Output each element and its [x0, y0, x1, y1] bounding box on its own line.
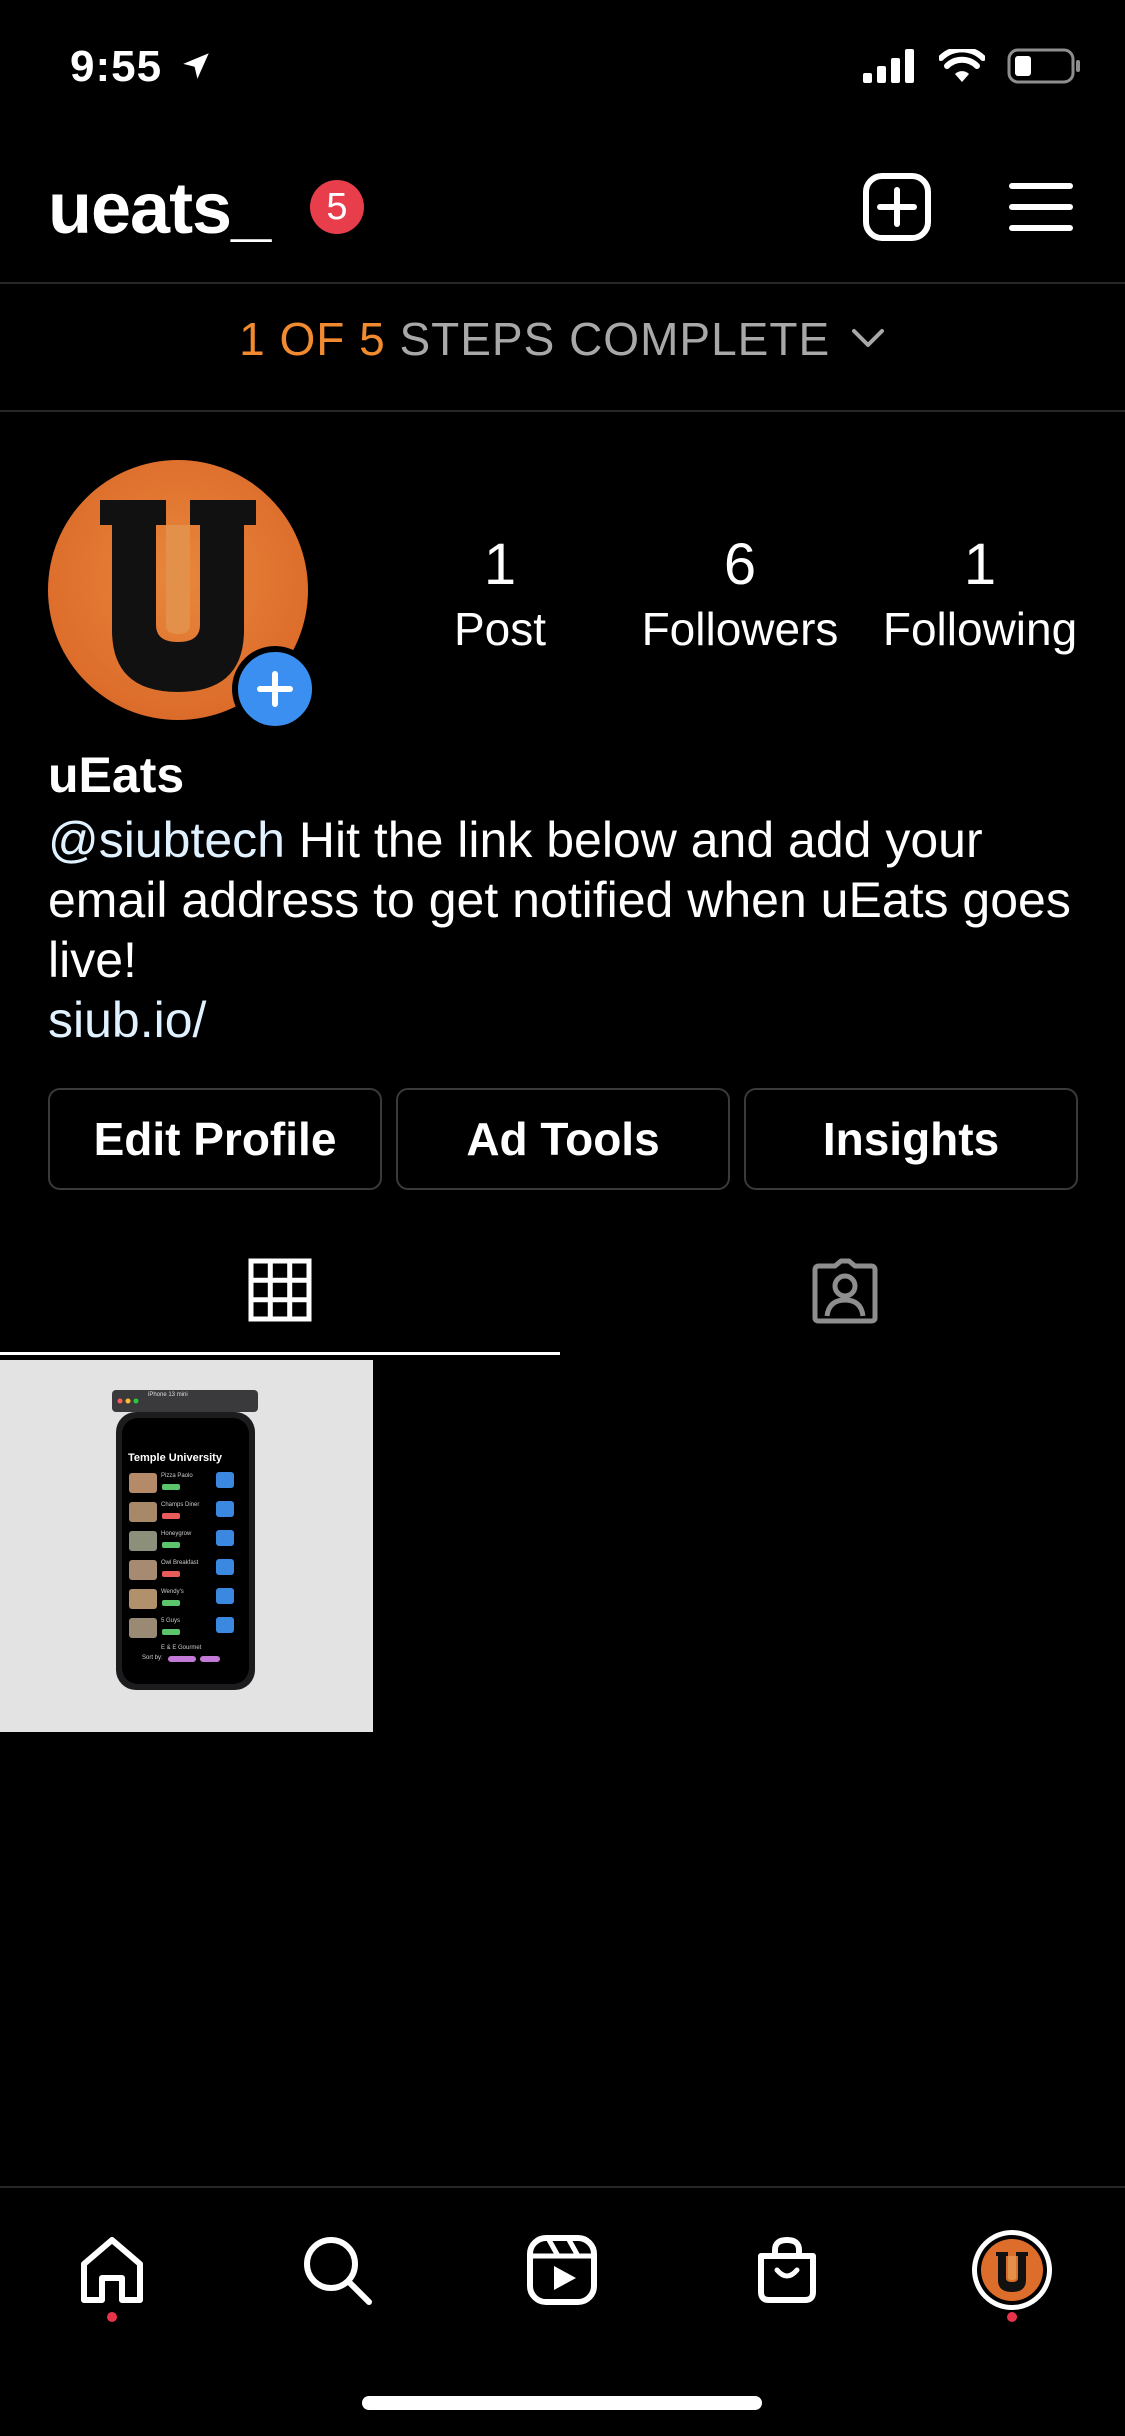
insights-button[interactable]: Insights [744, 1088, 1078, 1190]
post-preview-row-label: Champs Diner [161, 1502, 200, 1508]
steps-count: 1 OF 5 [239, 313, 386, 365]
signal-icon [863, 49, 914, 83]
posts-number: 1 [483, 532, 517, 597]
add-story-button[interactable] [232, 646, 318, 732]
location-arrow-icon [183, 53, 210, 79]
nav-divider [0, 2186, 1125, 2188]
ad-tools-button[interactable]: Ad Tools [396, 1088, 730, 1190]
post-preview-title: Temple University [128, 1452, 222, 1464]
post-preview-row-label: Pizza Paolo [161, 1473, 193, 1479]
battery-icon [1007, 48, 1080, 84]
tagged-person-icon [812, 1258, 878, 1324]
nav-shop[interactable] [737, 2220, 837, 2320]
bio: @siubtech Hit the link below and add you… [48, 810, 1088, 1050]
tab-tagged[interactable] [565, 1240, 1125, 1360]
bio-mention-link[interactable]: @siubtech [48, 812, 285, 868]
post-image [112, 1390, 258, 1690]
steps-label: STEPS COMPLETE [399, 313, 831, 365]
nav-search[interactable] [287, 2220, 387, 2320]
followers-label: Followers [641, 603, 839, 655]
post-preview-window-title: iPhone 13 mini [148, 1392, 188, 1398]
status-indicators [863, 48, 1081, 84]
post-preview-row-label: Wendy's [161, 1589, 184, 1595]
edit-profile-button[interactable]: Edit Profile [48, 1088, 382, 1190]
followers-count[interactable]: 6 Followers [630, 530, 850, 658]
post-preview-row-label: Honeygrow [161, 1531, 192, 1537]
nav-reels[interactable] [512, 2220, 612, 2320]
post-thumbnail[interactable]: iPhone 13 mini Temple University Pizza P… [0, 1360, 373, 1732]
profile-notification-dot [1007, 2312, 1017, 2322]
home-notification-dot [107, 2312, 117, 2322]
home-icon [81, 2237, 143, 2303]
home-indicator[interactable] [362, 2396, 762, 2410]
post-preview-row-label: Owl Breakfast [161, 1560, 199, 1566]
plus-icon [257, 671, 293, 707]
following-number: 1 [963, 532, 997, 597]
posts-count[interactable]: 1 Post [390, 530, 610, 658]
new-post-icon[interactable] [862, 172, 932, 242]
post-preview-row-label: 5 Guys [161, 1618, 181, 1624]
nav-home[interactable] [62, 2220, 162, 2320]
account-username[interactable]: ueats_ [48, 168, 271, 250]
profile-avatar-icon [972, 2230, 1052, 2310]
followers-number: 6 [723, 532, 757, 597]
following-count[interactable]: 1 Following [870, 530, 1090, 658]
shop-icon [758, 2236, 816, 2303]
bio-website-link[interactable]: siub.io/ [48, 990, 1088, 1050]
wifi-icon [939, 49, 985, 82]
following-label: Following [882, 603, 1078, 655]
grid-icon [248, 1258, 312, 1322]
steps-divider [0, 410, 1125, 412]
search-icon [304, 2237, 372, 2305]
active-tab-indicator [0, 1352, 560, 1355]
notification-badge[interactable]: 5 [310, 180, 364, 234]
reels-icon [527, 2235, 597, 2305]
display-name: uEats [48, 747, 185, 803]
steps-progress-banner[interactable]: 1 OF 5 STEPS COMPLETE [0, 312, 1125, 366]
post-preview-sort-label: Sort by: [142, 1655, 163, 1661]
header-divider [0, 282, 1125, 284]
menu-icon[interactable] [1006, 172, 1076, 242]
status-time: 9:55 [70, 42, 213, 92]
posts-label: Post [453, 603, 547, 655]
tab-posts-grid[interactable] [0, 1240, 560, 1360]
post-preview-row-label: E & E Gourmet [161, 1645, 202, 1651]
nav-profile[interactable] [962, 2220, 1062, 2320]
chevron-down-icon [851, 329, 884, 347]
